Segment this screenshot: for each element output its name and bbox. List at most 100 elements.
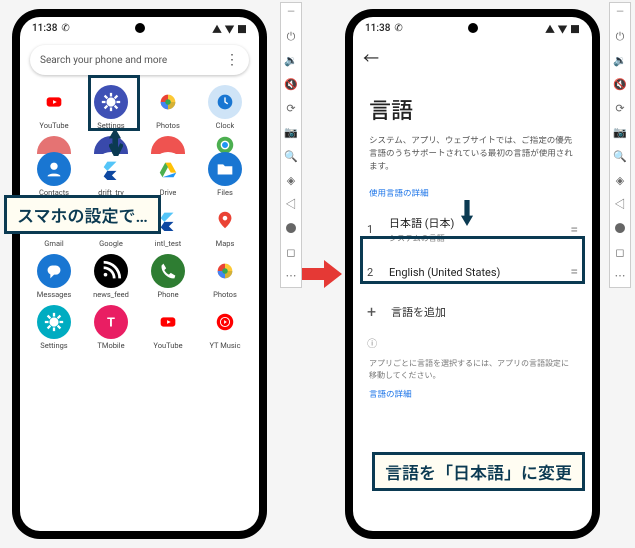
back-icon[interactable]: ◁ [284,197,298,211]
app-label: YouTube [153,341,182,350]
drag-handle-icon[interactable]: = [570,222,578,238]
camera-notch [468,23,478,33]
gear-icon [94,85,128,119]
minimize-icon[interactable]: — [287,7,295,18]
photos-icon [208,254,242,288]
search-bar[interactable]: Search your phone and more ⋮ [30,45,249,75]
app-news_feed[interactable]: news_feed [87,254,135,299]
status-phone-icon: ✆ [394,23,402,34]
app-photos[interactable]: Photos [144,85,192,130]
info-icon: ⓘ [353,333,592,352]
diamond-icon[interactable]: ◈ [284,173,298,187]
zoom-icon[interactable]: 🔍 [284,149,298,163]
annotation-callout-right: 言語を「日本語」に変更 [372,452,585,491]
search-placeholder: Search your phone and more [40,55,167,66]
t-icon: T [94,305,128,339]
volume-down-icon[interactable]: 🔉 [613,54,627,68]
status-right-icons: ▲ ▼ ■ [212,21,247,36]
annotation-arrow-up-left [108,128,122,154]
rotate-icon[interactable]: ⟳ [284,102,298,116]
power-icon[interactable]: ⏻ [613,30,627,44]
ytm-icon [208,305,242,339]
lang-name: English (United States) [389,266,558,279]
more-icon[interactable]: ⋮ [225,52,239,68]
app-label: Phone [157,290,178,299]
yt-icon [151,305,185,339]
power-icon[interactable]: ⏻ [284,30,298,44]
zoom-icon[interactable]: 🔍 [613,149,627,163]
page-description: システム、アプリ、ウェブサイトでは、ご指定の優先言語のうちサポートされている最初… [353,135,592,187]
diamond-icon[interactable]: ◈ [613,173,627,187]
phone-icon [151,254,185,288]
drive-icon [151,152,185,186]
camera-notch [135,23,145,33]
app-photos[interactable]: Photos [201,254,249,299]
add-language-row[interactable]: + 言語を追加 [353,290,592,333]
gear-icon [37,305,71,339]
app-youtube[interactable]: YouTube [144,305,192,350]
app-maps[interactable]: Maps [201,203,249,248]
more-icon[interactable]: ⋯ [613,269,627,283]
app-tmobile[interactable]: T TMobile [87,305,135,350]
overview-icon[interactable]: ◻ [613,245,627,259]
app-settings[interactable]: Settings [87,85,135,130]
volume-up-icon[interactable]: 🔇 [284,78,298,92]
rotate-icon[interactable]: ⟳ [613,102,627,116]
status-time: 11:38 [365,23,390,34]
add-language-label: 言語を追加 [391,304,446,320]
plus-icon: + [367,302,377,321]
app-label: Clock [216,121,235,130]
status-phone-icon: ✆ [61,23,69,34]
msg-icon [37,254,71,288]
page-title: 言語 [353,75,592,135]
home-icon[interactable]: ● [284,221,298,235]
drag-handle-icon[interactable]: = [570,264,578,280]
section-link-detail[interactable]: 言語の詳細 [353,388,592,406]
app-files[interactable]: Files [201,152,249,197]
app-drift_try[interactable]: drift_try [87,152,135,197]
app-label: YouTube [39,121,68,130]
annotation-callout-left: スマホの設定で… [4,195,161,234]
app-label: Messages [37,290,71,299]
status-right-icons: ▲ ▼ ■ [545,21,580,36]
app-label: Files [217,188,233,197]
camera-icon[interactable]: 📷 [284,126,298,140]
svg-text:T: T [107,316,115,331]
app-label: TMobile [97,341,124,350]
folder-icon [208,152,242,186]
app-yt-music[interactable]: YT Music [201,305,249,350]
app-messages[interactable]: Messages [30,254,78,299]
overview-icon[interactable]: ◻ [284,245,298,259]
lang-index: 2 [367,266,377,279]
volume-up-icon[interactable]: 🔇 [613,78,627,92]
back-icon[interactable]: ◁ [613,197,627,211]
app-contacts[interactable]: Contacts [30,152,78,197]
app-label: Photos [156,121,180,130]
screen-left: 11:38 ✆ ▲ ▼ ■ Search your phone and more… [20,17,259,531]
lang-index: 1 [367,223,377,236]
app-drive[interactable]: Drive [144,152,192,197]
camera-icon[interactable]: 📷 [613,126,627,140]
back-icon[interactable]: ← [363,45,379,69]
emulator-toolbar-left: — ⏻ 🔉 🔇 ⟳ 📷 🔍 ◈ ◁ ● ◻ ⋯ [280,2,302,288]
home-icon[interactable]: ● [613,221,627,235]
more-icon[interactable]: ⋯ [284,269,298,283]
lang-sub: システムの言語 [389,233,558,244]
app-label: YT Music [209,341,240,350]
app-label: Photos [213,290,237,299]
app-label: Gmail [44,239,63,248]
language-item-2[interactable]: 2 English (United States) = [353,254,592,290]
app-phone[interactable]: Phone [144,254,192,299]
flutter-icon [94,152,128,186]
photos-icon [151,85,185,119]
annotation-arrow-down-right [460,200,474,226]
emulator-toolbar-right: — ⏻ 🔉 🔇 ⟳ 📷 🔍 ◈ ◁ ● ◻ ⋯ [609,2,631,288]
app-settings[interactable]: Settings [30,305,78,350]
person-icon [37,152,71,186]
transition-arrow [302,258,342,290]
minimize-icon[interactable]: — [616,7,624,18]
app-clock[interactable]: Clock [201,85,249,130]
volume-down-icon[interactable]: 🔉 [284,54,298,68]
app-label: Maps [216,239,235,248]
app-youtube[interactable]: YouTube [30,85,78,130]
